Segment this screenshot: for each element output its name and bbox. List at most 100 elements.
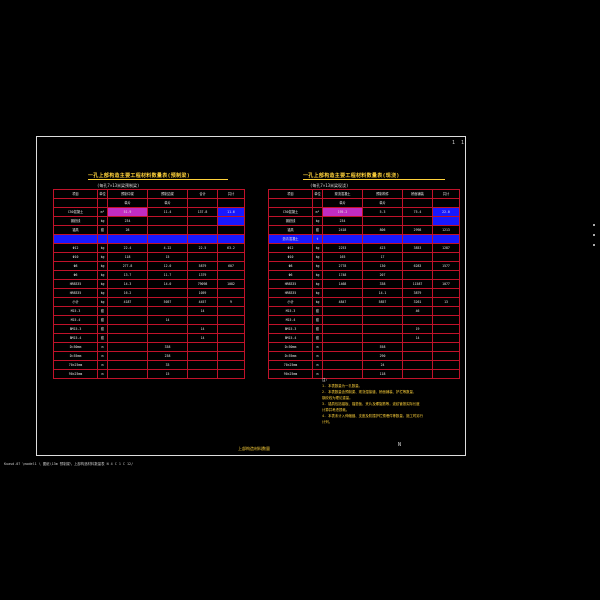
table-cell: D=50mm — [268, 342, 313, 352]
table-cell: 单位 — [312, 189, 323, 199]
table-cell — [217, 198, 245, 208]
table-cell: 19 — [402, 324, 433, 334]
table-cell: 165 — [322, 252, 363, 262]
table-cell — [312, 198, 323, 208]
table-cell — [187, 234, 218, 244]
table-cell: 14 — [147, 315, 188, 325]
table-cell — [217, 315, 245, 325]
table-cell: 1287 — [432, 243, 460, 253]
table-cell: M15-4 — [53, 315, 98, 325]
left-table-title: 一孔上部构造主要工程材料数量表(预制梁) — [88, 173, 191, 179]
table-cell: Φ8 — [268, 261, 313, 271]
table-cell — [322, 333, 363, 343]
table-cell: kg — [312, 261, 323, 271]
table-cell: 锚具 — [53, 225, 98, 235]
table-row: 小计 kg 4847 5857 3261 13 — [268, 297, 460, 307]
sheet-title: 上部构造材料数量 — [238, 446, 270, 451]
table-cell: 3879 — [402, 288, 433, 298]
table-cell: HRB335 — [268, 288, 313, 298]
table-cell: 14 — [402, 333, 433, 343]
table-cell — [107, 306, 148, 316]
table-row — [53, 234, 245, 244]
table-cell: HRB335 — [268, 279, 313, 289]
table-row: HRB335 kg 16.2 1059 — [53, 288, 245, 298]
table-cell — [107, 234, 148, 244]
table-row: Φ12 kg 22.4 4.22 22.5 63.2 — [53, 243, 245, 253]
table-cell: 预制构件 — [362, 189, 403, 199]
table-cell: 14 — [187, 306, 218, 316]
table-cell: kg — [312, 288, 323, 298]
table-row: HRB335 kg 1468 338 11587 1077 — [268, 279, 460, 289]
table-cell: 9 — [217, 297, 245, 307]
table-cell: BM15-3 — [53, 324, 98, 334]
table-cell — [217, 288, 245, 298]
table-cell: 16.2 — [107, 288, 148, 298]
file-path: Kuasd.07 \model1 \ 图纸\13m 预制梁\ 上部构造材料数量表… — [4, 462, 134, 466]
table-cell: D=55mm — [268, 351, 313, 361]
table-cell: 套 — [312, 306, 323, 316]
table-row: BM15-3 套 14 — [53, 324, 245, 334]
table-row: HRB335 kg 14.3 14.0 79098 1082 — [53, 279, 245, 289]
table-cell — [432, 360, 460, 370]
table-row: C50混凝土 m³ 195.2 5.3 75.4 22.0 — [268, 207, 460, 217]
table-cell — [217, 306, 245, 316]
table-cell: 预制边梁 — [147, 189, 188, 199]
table-cell — [147, 234, 188, 244]
table-cell — [107, 324, 148, 334]
table-cell — [402, 351, 433, 361]
table-cell: M15-4 — [268, 315, 313, 325]
table-cell — [402, 360, 433, 370]
table-cell — [217, 369, 245, 379]
table-cell: 3853 — [402, 243, 433, 253]
table-cell — [147, 216, 188, 226]
table-row: 70×25mm m 33 — [53, 360, 245, 370]
table-cell — [107, 333, 148, 343]
table-row: Φ10 kg 118 15 — [53, 252, 245, 262]
table-cell: 558 — [362, 342, 403, 352]
table-cell — [432, 198, 460, 208]
table-cell: 234 — [107, 216, 148, 226]
table-cell: M15-3 — [268, 306, 313, 316]
table-row: HRB335 kg 14.1 3879 — [268, 288, 460, 298]
table-cell: 套 — [97, 306, 108, 316]
table-cell: 22.4 — [107, 243, 148, 253]
table-cell — [402, 198, 433, 208]
table-cell: 套 — [312, 315, 323, 325]
table-cell: 13 — [432, 297, 460, 307]
table-cell: kg — [97, 279, 108, 289]
table-cell: m — [312, 360, 323, 370]
table-cell: HRB335 — [53, 288, 98, 298]
table-cell — [362, 306, 403, 316]
table-cell — [187, 198, 218, 208]
table-cell: 套 — [97, 333, 108, 343]
table-cell: 22.5 — [187, 243, 218, 253]
table-cell: 套 — [312, 324, 323, 334]
page-mark: 1 — [461, 140, 465, 146]
table-cell: D=55mm — [53, 351, 98, 361]
table-cell: 15 — [147, 369, 188, 379]
table-cell — [147, 288, 188, 298]
table-cell: 46 — [402, 306, 433, 316]
table-cell — [402, 270, 433, 280]
table-cell: 238 — [147, 351, 188, 361]
table-row: 钢绞线 kg 234 — [53, 216, 245, 226]
table-cell: 90×25mm — [268, 369, 313, 379]
table-cell: Φ6 — [53, 270, 98, 280]
table-cell — [362, 234, 403, 244]
table-cell: 4.22 — [147, 243, 188, 253]
table-cell: 5879 — [187, 261, 218, 271]
table-cell: 277.8 — [107, 261, 148, 271]
table-row: D=50mm m 338 — [53, 342, 245, 352]
table-cell: BM15-3 — [268, 324, 313, 334]
table-cell — [97, 198, 108, 208]
table-cell — [322, 324, 363, 334]
table-cell: 5057 — [147, 297, 188, 307]
table-cell: m³ — [312, 207, 323, 217]
table-cell: kg — [312, 279, 323, 289]
table-cell: 130 — [362, 261, 403, 271]
table-cell: 1213 — [432, 225, 460, 235]
table-cell: m — [97, 369, 108, 379]
table-cell: 195.2 — [322, 207, 363, 217]
table-cell: 13.7 — [107, 270, 148, 280]
table-cell: m — [312, 369, 323, 379]
